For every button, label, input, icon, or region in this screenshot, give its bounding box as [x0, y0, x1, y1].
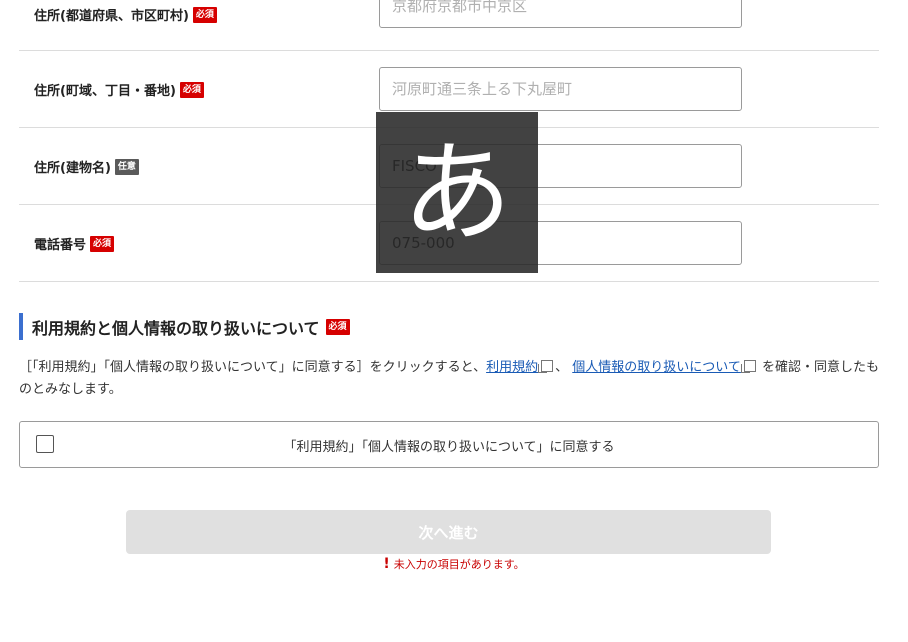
hiragana-a-icon: あ — [402, 128, 512, 257]
privacy-policy-link[interactable]: 個人情報の取り扱いについて — [572, 360, 758, 375]
address-street-label: 住所(町域、丁目・番地) — [34, 84, 176, 99]
address-street-input[interactable] — [379, 67, 742, 111]
row-label: 住所(建物名) 任意 — [34, 157, 139, 176]
terms-of-use-link[interactable]: 利用規約 — [486, 360, 555, 375]
address-building-label: 住所(建物名) — [34, 161, 111, 176]
terms-title-text: 利用規約と個人情報の取り扱いについて — [32, 318, 320, 338]
address-prefecture-input[interactable] — [379, 0, 742, 28]
error-text: 未入力の項目があります。 — [393, 558, 525, 571]
required-badge: 必須 — [192, 6, 217, 23]
external-link-icon — [538, 360, 554, 373]
validation-error: ! 未入力の項目があります。 — [0, 556, 908, 572]
external-link-icon — [740, 360, 756, 373]
row-label: 電話番号 必須 — [34, 234, 115, 253]
notice-separator: 、 — [555, 360, 569, 375]
required-badge: 必須 — [179, 81, 204, 98]
next-button[interactable]: 次へ進む — [126, 510, 771, 554]
address-prefecture-row: 住所(都道府県、市区町村) 必須 — [19, 0, 879, 51]
agree-checkbox-label: 「利用規約」「個人情報の取り扱いについて」に同意する — [283, 440, 615, 455]
terms-section-title: 利用規約と個人情報の取り扱いについて 必須 — [19, 313, 350, 340]
row-label: 住所(町域、丁目・番地) 必須 — [34, 80, 204, 99]
optional-badge: 任意 — [114, 158, 139, 175]
agree-terms-toggle[interactable]: 「利用規約」「個人情報の取り扱いについて」に同意する — [19, 421, 879, 468]
row-label: 住所(都道府県、市区町村) 必須 — [34, 5, 217, 24]
required-badge: 必須 — [325, 318, 350, 335]
address-prefecture-label: 住所(都道府県、市区町村) — [34, 9, 189, 24]
ime-mode-indicator: あ — [376, 112, 538, 273]
phone-label: 電話番号 — [34, 238, 87, 253]
notice-text-before: ［「利用規約」「個人情報の取り扱いについて」に同意する］をクリックすると、 — [19, 360, 487, 375]
required-badge: 必須 — [90, 235, 115, 252]
exclamation-icon: ! — [383, 556, 390, 572]
terms-notice: ［「利用規約」「個人情報の取り扱いについて」に同意する］をクリックすると、利用規… — [19, 357, 881, 401]
